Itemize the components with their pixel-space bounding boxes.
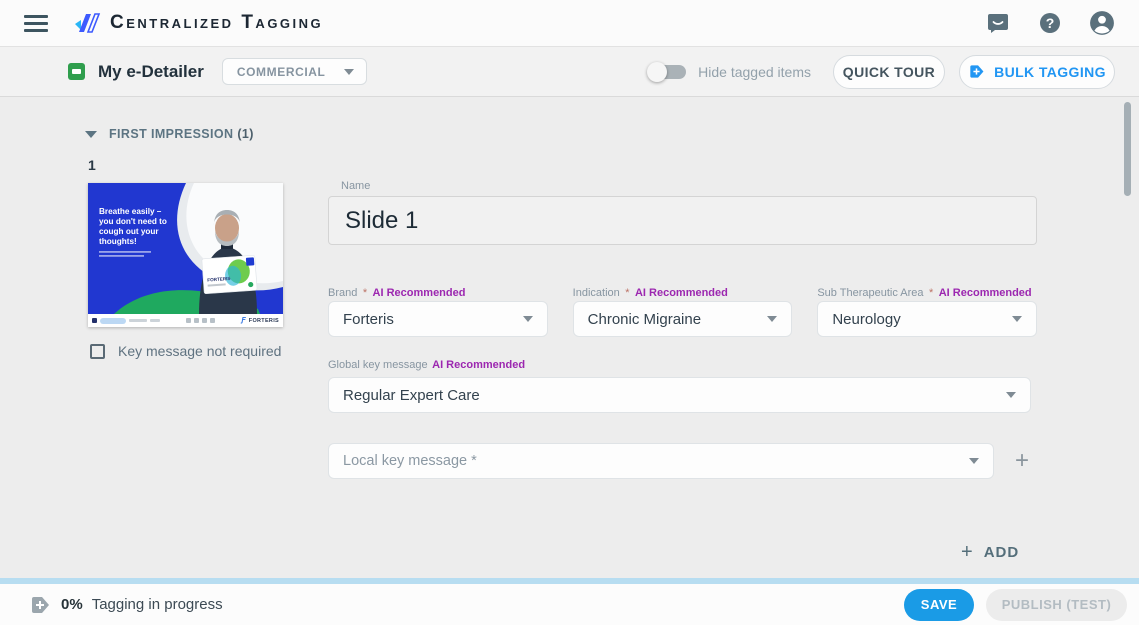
brand-field: Brand * AI Recommended Forteris: [328, 283, 548, 337]
bulk-tagging-label: BULK TAGGING: [994, 63, 1106, 80]
topbar-actions: ?: [985, 10, 1139, 36]
thumb-action-icon: [202, 318, 208, 323]
brand-field-label: Brand * AI Recommended: [328, 287, 466, 299]
required-asterisk: *: [625, 287, 630, 299]
thumb-brand-logo: FORTERIS: [248, 317, 279, 324]
sub-therapeutic-area-field: Sub Therapeutic Area * AI Recommended Ne…: [817, 283, 1038, 337]
local-key-message-row: Local key message * +: [328, 443, 1029, 479]
sub-therapeutic-area-select[interactable]: Neurology: [817, 301, 1038, 337]
brand-value: Forteris: [343, 310, 394, 328]
main-content: FIRST IMPRESSION (1) 1 FORTERIS Breathe …: [0, 97, 1139, 578]
hide-tagged-label: Hide tagged items: [698, 63, 811, 80]
app-title: Centralized Tagging: [110, 12, 324, 33]
brand-select[interactable]: Forteris: [328, 301, 548, 337]
feedback-chat-icon[interactable]: [985, 10, 1011, 36]
thumb-action-icon: [194, 318, 200, 323]
toolbar-actions: Hide tagged items QUICK TOUR BULK TAGGIN…: [647, 54, 1139, 89]
tag-plus-icon: [970, 65, 984, 78]
hamburger-menu-icon[interactable]: [24, 14, 48, 32]
progress-percent: 0%: [61, 596, 83, 613]
footer-bar: 0% Tagging in progress SAVE PUBLISH (TES…: [0, 578, 1139, 625]
sub-therapeutic-area-value: Neurology: [832, 310, 901, 328]
help-icon[interactable]: ?: [1037, 10, 1063, 36]
global-key-message-select[interactable]: Regular Expert Care: [328, 377, 1031, 413]
add-button-label: ADD: [983, 544, 1020, 561]
publish-test-button[interactable]: PUBLISH (TEST): [986, 588, 1127, 621]
thumb-brand-mark: Ƒ: [241, 317, 246, 324]
ai-recommended-badge: AI Recommended: [938, 287, 1032, 299]
detailer-title: My e-Detailer: [98, 61, 204, 81]
footer-row: 0% Tagging in progress SAVE PUBLISH (TES…: [0, 584, 1139, 625]
thumb-home-icon: [92, 318, 97, 323]
thumb-nav-text: [150, 319, 160, 322]
quick-tour-button[interactable]: QUICK TOUR: [833, 54, 945, 89]
slide-artwork: FORTERIS Breathe easily – you don't need…: [88, 183, 283, 314]
app-window: Centralized Tagging ? My e-Detailer COMM…: [0, 0, 1139, 625]
chevron-down-icon: [1006, 392, 1016, 398]
presentation-icon: [68, 63, 85, 80]
app-logo-icon: [75, 13, 101, 33]
tag-fields-row: Brand * AI Recommended Forteris Indicati…: [328, 283, 1038, 337]
add-local-key-message-button[interactable]: +: [1015, 449, 1029, 473]
detailer-toolbar: My e-Detailer COMMERCIAL Hide tagged ite…: [0, 47, 1139, 97]
key-message-checkbox[interactable]: [90, 343, 105, 359]
thumb-nav-pill: [100, 317, 126, 324]
thumb-nav-text: [129, 319, 147, 322]
classification-dropdown[interactable]: COMMERCIAL: [221, 58, 367, 85]
svg-text:?: ?: [1046, 15, 1055, 31]
indication-value: Chronic Migraine: [587, 310, 702, 328]
plus-icon: +: [961, 541, 974, 563]
top-app-bar: Centralized Tagging ?: [0, 0, 1139, 47]
indication-field: Indication * AI Recommended Chronic Migr…: [572, 283, 793, 337]
ai-recommended-badge: AI Recommended: [634, 287, 728, 299]
classification-value: COMMERCIAL: [236, 64, 326, 79]
chevron-down-icon: [343, 68, 354, 75]
key-message-not-required-row: Key message not required: [90, 343, 281, 359]
ai-recommended-badge: AI Recommended: [372, 287, 466, 299]
collapse-chevron-icon: [85, 130, 97, 138]
save-button[interactable]: SAVE: [904, 588, 974, 621]
hide-tagged-toggle[interactable]: [647, 61, 687, 82]
slide-number: 1: [88, 157, 96, 173]
vertical-scrollbar-thumb[interactable]: [1124, 102, 1131, 196]
chevron-down-icon: [1012, 316, 1023, 322]
account-icon[interactable]: [1089, 10, 1115, 36]
name-field-label: Name: [341, 180, 371, 192]
key-message-checkbox-label: Key message not required: [118, 343, 282, 359]
required-asterisk: *: [362, 287, 368, 299]
chevron-down-icon: [767, 316, 778, 322]
section-title: FIRST IMPRESSION (1): [109, 127, 254, 141]
slide-thumbnail[interactable]: FORTERIS Breathe easily – you don't need…: [88, 183, 283, 327]
global-key-message-value: Regular Expert Care: [343, 386, 480, 404]
sub-therapeutic-area-label: Sub Therapeutic Area * AI Recommended: [817, 287, 1032, 299]
ai-recommended-badge: AI Recommended: [432, 359, 526, 371]
section-count: (1): [237, 127, 254, 141]
progress-status-text: Tagging in progress: [91, 596, 223, 613]
section-first-impression[interactable]: FIRST IMPRESSION (1): [85, 127, 254, 141]
quick-tour-label: QUICK TOUR: [842, 63, 936, 80]
required-asterisk: *: [929, 287, 934, 299]
indication-field-label: Indication * AI Recommended: [572, 287, 728, 299]
global-key-message-label: Global key message AI Recommended: [328, 359, 526, 371]
global-key-message-field: Global key message AI Recommended Regula…: [328, 355, 1031, 413]
chevron-down-icon: [969, 458, 979, 464]
indication-select[interactable]: Chronic Migraine: [572, 301, 793, 337]
thumb-action-icon: [186, 318, 192, 323]
local-key-message-placeholder: Local key message *: [343, 453, 477, 469]
slide-footer-strip: Ƒ FORTERIS: [88, 314, 283, 327]
name-input[interactable]: [328, 196, 1037, 245]
chevron-down-icon: [522, 316, 533, 322]
add-button[interactable]: + ADD: [961, 541, 1019, 564]
thumb-action-icon: [210, 318, 216, 323]
tag-plus-icon: [32, 596, 49, 613]
local-key-message-select[interactable]: Local key message *: [328, 443, 994, 479]
bulk-tagging-button[interactable]: BULK TAGGING: [959, 54, 1115, 89]
